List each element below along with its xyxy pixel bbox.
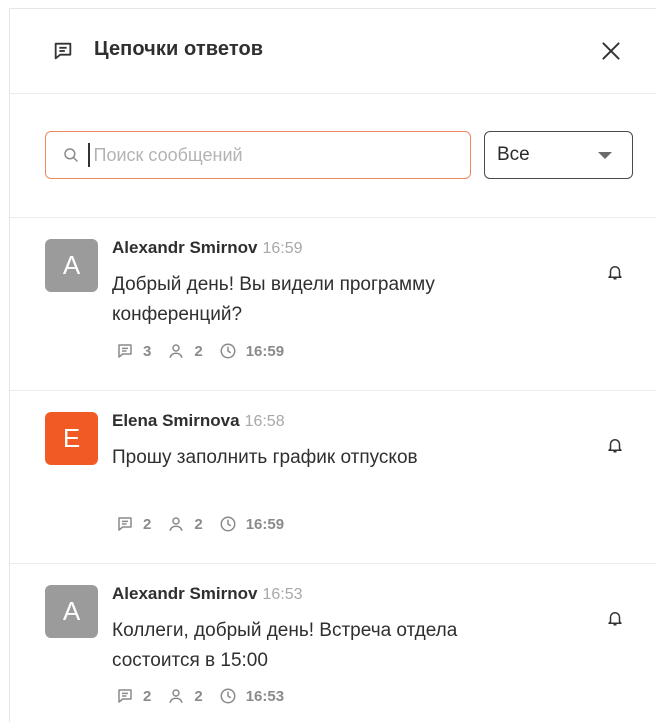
- bell-icon[interactable]: [606, 609, 624, 627]
- thread-item[interactable]: A Alexandr Smirnov 16:59 Добрый день! Вы …: [10, 218, 656, 391]
- last-reply-time: 16:59: [219, 515, 284, 533]
- last-reply-time: 16:53: [219, 687, 284, 705]
- author-name: Elena Smirnova: [112, 411, 240, 430]
- filter-select-value: Все: [497, 144, 530, 165]
- user-icon: [169, 517, 184, 531]
- threads-panel: Цепочки ответов Все A Alexandr Smirnov16…: [9, 8, 656, 722]
- thread-header: Alexandr Smirnov 16:53: [112, 584, 303, 604]
- message-time: 16:58: [244, 413, 285, 430]
- last-reply-time: 16:59: [219, 342, 284, 360]
- thread-header: Elena Smirnova 16:58: [112, 411, 285, 431]
- filter-select[interactable]: Все: [484, 131, 633, 179]
- clock-icon: [220, 343, 236, 359]
- replies-icon: [118, 517, 132, 531]
- message-time: 16:59: [262, 240, 303, 257]
- search-row: Все: [10, 94, 656, 218]
- clock-icon: [220, 516, 236, 532]
- user-icon: [169, 689, 184, 703]
- message-text: Коллеги, добрый день! Встреча отдела сос…: [112, 620, 458, 671]
- author-name: Alexandr Smirnov: [112, 238, 258, 257]
- search-input[interactable]: [91, 143, 436, 167]
- thread-item[interactable]: A Alexandr Smirnov 16:53 Коллеги, добрый …: [10, 564, 656, 722]
- avatar: E: [45, 412, 98, 465]
- bell-icon[interactable]: [606, 263, 624, 281]
- user-icon: [169, 344, 184, 358]
- thread-meta: 2 2 16:59: [116, 515, 300, 533]
- participants-count: 2: [167, 687, 203, 705]
- participants-count: 2: [167, 515, 203, 533]
- bell-icon[interactable]: [606, 436, 624, 454]
- close-icon[interactable]: [598, 38, 624, 64]
- thread-item[interactable]: E Elena Smirnova 16:58 Прошу заполнить гр…: [10, 391, 656, 564]
- replies-count: 2: [116, 687, 151, 705]
- avatar: A: [45, 585, 98, 638]
- author-name: Alexandr Smirnov: [112, 584, 258, 603]
- replies-count: 3: [116, 342, 151, 360]
- search-field[interactable]: [45, 131, 471, 179]
- search-icon: [64, 148, 78, 162]
- thread-meta: 2 2 16:53: [116, 687, 300, 705]
- message-text: Прошу заполнить график отпусков: [112, 447, 418, 468]
- message-text: Добрый день! Вы видели программу конфере…: [112, 274, 435, 325]
- replies-icon: [118, 689, 132, 703]
- chevron-down-icon: [598, 151, 612, 159]
- avatar: A: [45, 239, 98, 292]
- thread-meta: 3 2 16:59: [116, 342, 300, 360]
- replies-icon: [118, 344, 132, 358]
- threads-icon: [54, 42, 72, 60]
- message-time: 16:53: [262, 586, 303, 603]
- thread-header: Alexandr Smirnov 16:59: [112, 238, 303, 258]
- participants-count: 2: [167, 342, 203, 360]
- panel-header: Цепочки ответов: [10, 9, 656, 94]
- replies-count: 2: [116, 515, 151, 533]
- panel-title: Цепочки ответов: [94, 38, 264, 60]
- clock-icon: [220, 688, 236, 704]
- text-caret: [88, 143, 90, 167]
